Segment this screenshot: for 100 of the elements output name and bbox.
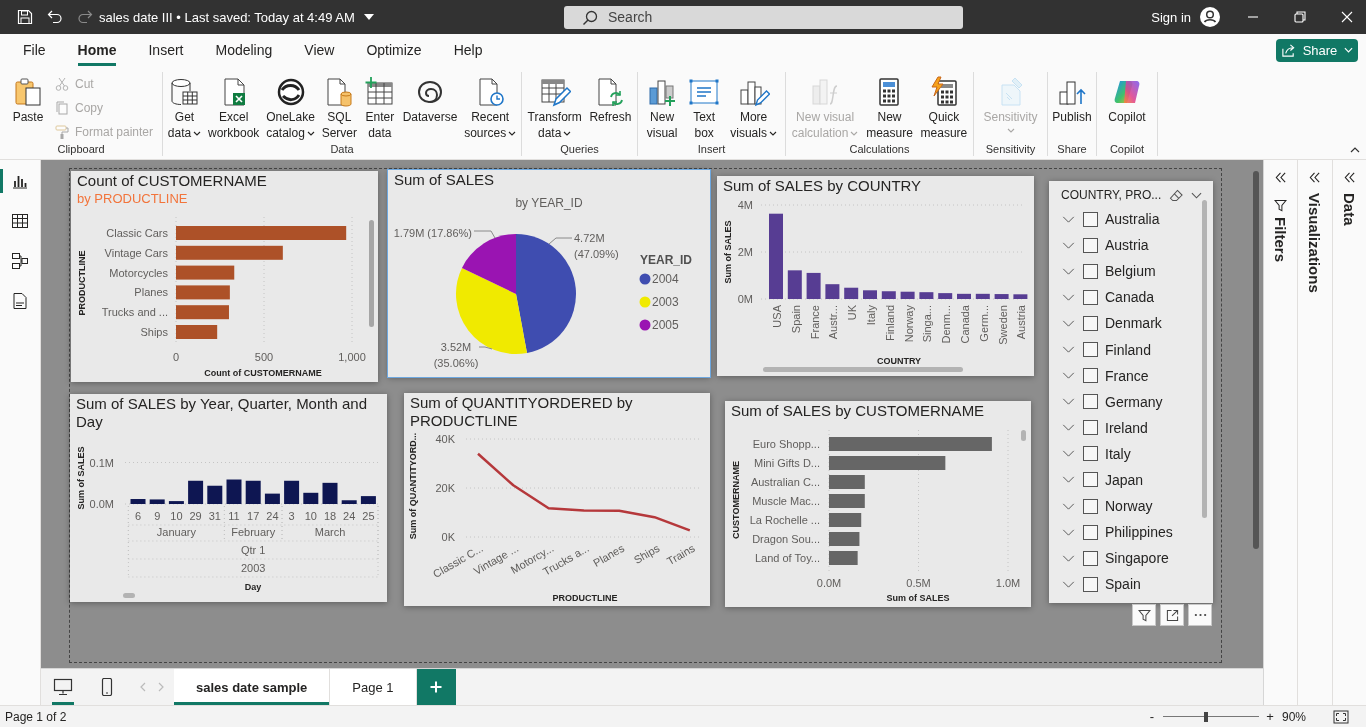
scrollbar[interactable] [1202, 200, 1207, 518]
close-icon[interactable] [1341, 11, 1353, 23]
avatar-icon[interactable] [1200, 7, 1220, 27]
expand-chevron-icon[interactable] [1062, 528, 1075, 536]
scrollbar[interactable] [369, 220, 374, 327]
checkbox[interactable] [1083, 289, 1098, 305]
expand-chevron-icon[interactable] [1062, 502, 1075, 510]
slicer-item-label[interactable]: Austria [1105, 237, 1149, 254]
ribbon-button[interactable]: Get data [165, 72, 204, 141]
expand-chevron-icon[interactable] [1062, 293, 1075, 301]
slicer-item-label[interactable]: Australia [1105, 211, 1160, 228]
expand-chevron-icon[interactable] [1062, 554, 1075, 562]
slider-thumb[interactable] [1204, 711, 1209, 722]
chevron-up-icon[interactable] [1350, 147, 1360, 153]
expand-chevron-icon[interactable] [1062, 215, 1075, 223]
expand-chevron-icon[interactable] [1062, 424, 1075, 432]
slicer-item-label[interactable]: Philippines [1105, 524, 1173, 541]
share-button[interactable]: Share [1276, 38, 1358, 62]
double-chevron-left-icon[interactable] [1308, 171, 1322, 184]
side-pane[interactable]: Data [1332, 160, 1366, 705]
ribbon-tab[interactable]: File [23, 34, 46, 66]
page-tab[interactable]: sales date sample [174, 669, 331, 705]
fit-to-page-icon[interactable] [1333, 709, 1349, 724]
slicer-item-label[interactable]: Belgium [1105, 263, 1156, 280]
double-chevron-left-icon[interactable] [1342, 171, 1356, 184]
checkbox[interactable] [1083, 237, 1098, 253]
eraser-icon[interactable] [1169, 188, 1184, 202]
expand-chevron-icon[interactable] [1062, 319, 1075, 327]
ribbon-tab[interactable]: Modeling [215, 34, 273, 66]
expand-chevron-icon[interactable] [1062, 450, 1075, 458]
ribbon-button[interactable]: Quick measure [918, 72, 970, 141]
slicer-item-label[interactable]: Japan [1105, 472, 1144, 488]
checkbox[interactable] [1083, 263, 1098, 279]
add-page-button[interactable] [416, 669, 456, 705]
ribbon-button[interactable]: Recent sources [462, 72, 519, 141]
filter-button[interactable] [1132, 604, 1156, 626]
sign-in-button[interactable]: Sign in [1151, 9, 1191, 25]
checkbox[interactable] [1083, 368, 1098, 384]
checkbox[interactable] [1083, 472, 1098, 488]
ribbon-tab[interactable]: View [304, 34, 335, 66]
checkbox[interactable] [1083, 420, 1098, 436]
ribbon-button[interactable]: SQL Server [319, 72, 359, 141]
ribbon-tab[interactable]: Help [453, 34, 483, 66]
checkbox[interactable] [1083, 394, 1098, 410]
expand-chevron-icon[interactable] [1062, 372, 1075, 380]
save-icon[interactable] [17, 9, 33, 25]
slicer-item-label[interactable]: Canada [1105, 289, 1155, 306]
checkbox[interactable] [1083, 446, 1098, 462]
ribbon-button[interactable]: New measure [864, 72, 915, 141]
expand-chevron-icon[interactable] [1062, 476, 1075, 484]
ribbon-button[interactable]: Excel workbook [206, 72, 262, 141]
scrollbar[interactable] [1253, 171, 1259, 549]
slicer-item-label[interactable]: Denmark [1105, 315, 1162, 332]
slicer-item-label[interactable]: Norway [1105, 498, 1153, 515]
expand-chevron-icon[interactable] [1062, 241, 1075, 249]
expand-chevron-icon[interactable] [1062, 346, 1075, 353]
ribbon-button[interactable]: Paste [10, 72, 46, 125]
slicer-item-label[interactable]: Singapore [1105, 550, 1169, 567]
ribbon-button[interactable]: Refresh [587, 72, 634, 125]
ribbon-button[interactable]: Dataverse [400, 72, 460, 125]
ribbon-button[interactable]: Text box [686, 72, 723, 141]
side-pane[interactable]: Visualizations [1298, 160, 1333, 705]
visual-card[interactable]: Count of CUSTOMERNAME by PRODUCTLINE 0 500 1,000 Classic Cars Vintage Cars Motorcycles Planes Trucks and ... Ships Count of CUSTOMERNAME PRODUCTLINE [71, 171, 378, 382]
checkbox[interactable] [1083, 498, 1098, 514]
checkbox[interactable] [1083, 550, 1098, 566]
page-tab[interactable]: Page 1 [330, 669, 417, 705]
checkbox[interactable] [1083, 315, 1098, 331]
slicer-item-label[interactable]: Finland [1105, 341, 1151, 358]
checkbox[interactable] [1083, 524, 1098, 540]
ribbon-button[interactable]: Publish [1050, 72, 1094, 125]
checkbox[interactable] [1083, 342, 1098, 357]
ribbon-button[interactable]: More visuals [728, 72, 779, 141]
slicer-item-label[interactable]: Italy [1105, 445, 1131, 462]
zoom-out-button[interactable]: - [1146, 709, 1157, 724]
checkbox[interactable] [1083, 576, 1098, 592]
scrollbar[interactable] [763, 367, 963, 372]
slicer-item-label[interactable]: Germany [1105, 393, 1163, 410]
checkbox[interactable] [1083, 211, 1098, 227]
side-pane[interactable]: Filters [1264, 160, 1299, 705]
ribbon-button[interactable]: Enter data [361, 72, 398, 141]
slicer-item-label[interactable]: France [1105, 367, 1149, 384]
caret-down-icon[interactable] [363, 14, 374, 20]
ribbon-tab[interactable]: Optimize [366, 34, 422, 66]
expand-chevron-icon[interactable] [1062, 580, 1075, 588]
double-chevron-left-icon[interactable] [1274, 171, 1288, 184]
ribbon-button[interactable]: Copilot [1106, 72, 1148, 125]
scrollbar[interactable] [123, 593, 135, 598]
expand-chevron-icon[interactable] [1062, 267, 1075, 275]
search-field[interactable]: Search [564, 5, 963, 29]
visual-card[interactable]: Sum of SALES by YEAR_ID YEAR_ID 2004 2003 2005 4.72M (47.09%) 3.52M (35.06%) 1.79M (17.86%) [388, 170, 710, 377]
focus-mode-button[interactable] [1160, 604, 1184, 626]
ribbon-tab[interactable]: Insert [148, 34, 184, 66]
slicer-item-label[interactable]: Ireland [1105, 419, 1148, 436]
slicer-item-label[interactable]: Spain [1105, 576, 1141, 593]
undo-icon[interactable] [47, 9, 63, 25]
restore-icon[interactable] [1294, 11, 1306, 23]
scrollbar[interactable] [1021, 430, 1026, 441]
chevron-down-icon[interactable] [1191, 191, 1202, 199]
ribbon-tab[interactable]: Home [77, 34, 117, 66]
zoom-in-button[interactable]: + [1264, 709, 1275, 724]
